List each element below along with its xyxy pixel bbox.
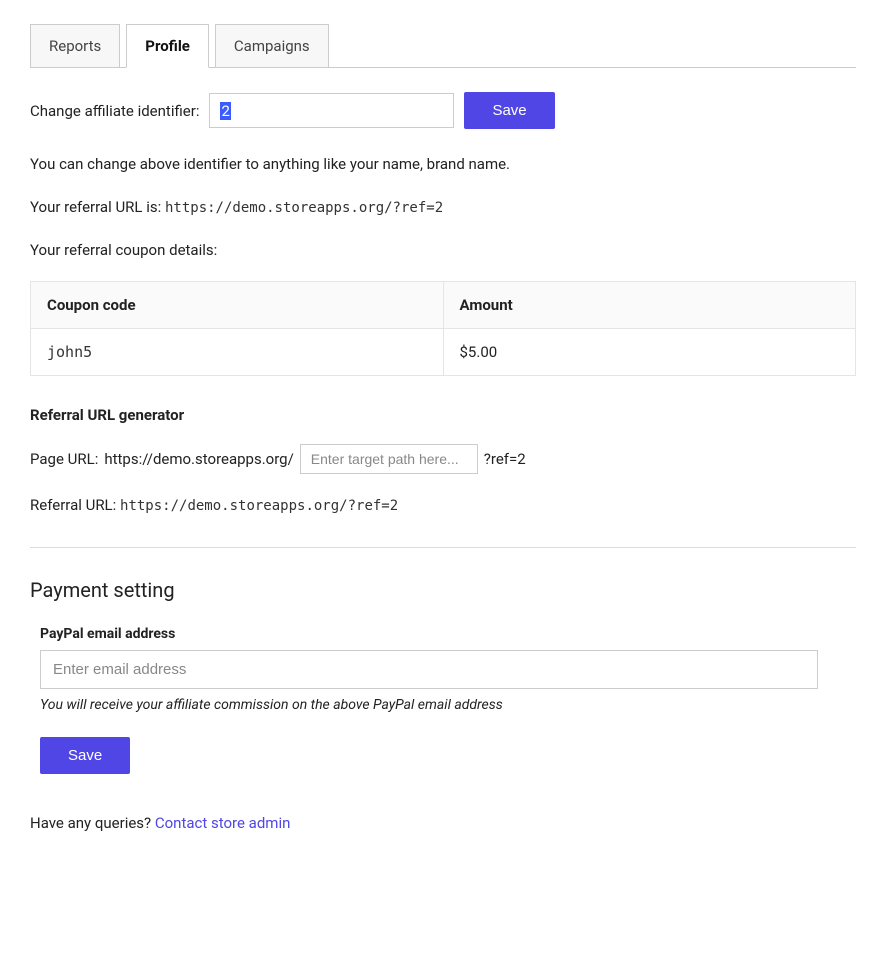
identifier-label: Change affiliate identifier: [30,102,199,120]
coupon-table: Coupon code Amount john5 $5.00 [30,281,856,376]
coupon-col-code: Coupon code [31,282,444,329]
tab-profile[interactable]: Profile [126,24,209,68]
table-row: john5 $5.00 [31,329,856,376]
payment-heading: Payment setting [30,578,856,602]
tab-reports[interactable]: Reports [30,24,120,68]
generator-page-url-label: Page URL: [30,450,98,468]
generator-referral-value: https://demo.storeapps.org/?ref=2 [120,498,398,514]
payment-save-button[interactable]: Save [40,737,130,774]
query-text: Have any queries? [30,814,155,832]
identifier-save-button[interactable]: Save [464,92,554,129]
identifier-help-text: You can change above identifier to anyth… [30,153,856,176]
generator-ref-suffix: ?ref=2 [484,450,526,468]
generator-base-url: https://demo.storeapps.org/ [104,450,293,468]
generator-target-input[interactable] [300,444,478,474]
paypal-email-label: PayPal email address [40,626,856,642]
tabs: Reports Profile Campaigns [30,24,856,68]
coupon-heading: Your referral coupon details: [30,239,856,262]
separator [30,547,856,548]
generator-referral-label: Referral URL: [30,496,116,514]
identifier-input[interactable] [209,93,454,128]
paypal-help-text: You will receive your affiliate commissi… [40,697,856,713]
paypal-email-input[interactable] [40,650,818,689]
coupon-amount-cell: $5.00 [443,329,856,376]
generator-heading: Referral URL generator [30,406,856,424]
referral-url-label: Your referral URL is: [30,198,161,216]
tab-campaigns[interactable]: Campaigns [215,24,329,68]
coupon-code-cell: john5 [31,329,444,376]
coupon-col-amount: Amount [443,282,856,329]
contact-admin-link[interactable]: Contact store admin [155,814,291,832]
referral-url-value: https://demo.storeapps.org/?ref=2 [165,200,443,216]
